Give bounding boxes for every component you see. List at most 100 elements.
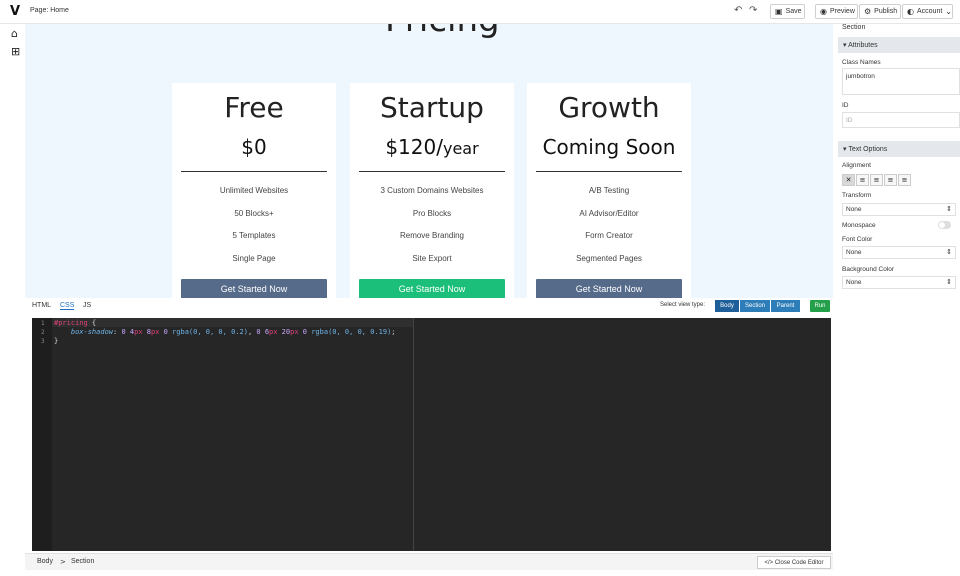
select-arrow-icon: ⇕	[946, 248, 952, 256]
undo-icon[interactable]: ↶	[734, 5, 742, 16]
font-color-label: Font Color	[842, 236, 873, 243]
view-type-parent-button[interactable]: Parent	[771, 300, 800, 312]
code-token: 8	[142, 328, 151, 336]
page-canvas[interactable]: Pricing Free $0 Unlimited Websites 50 Bl…	[25, 24, 833, 298]
save-label: Save	[785, 8, 802, 15]
transform-value: None	[846, 206, 862, 213]
line-number: 1	[41, 320, 45, 327]
publish-label: Publish	[874, 8, 898, 15]
monospace-toggle[interactable]	[938, 221, 951, 229]
plan-price: $120/year	[350, 135, 514, 159]
card-divider	[536, 171, 682, 172]
font-color-select[interactable]: None ⇕	[842, 246, 956, 259]
align-justify-icon[interactable]: ≡	[898, 174, 911, 186]
get-started-button[interactable]: Get Started Now	[536, 279, 682, 298]
feature-item: AI Advisor/Editor	[579, 209, 639, 218]
class-names-input[interactable]: jumbotron	[842, 68, 960, 95]
attributes-section-toggle[interactable]: ▾ Attributes	[838, 37, 960, 53]
eye-icon: ◉	[820, 7, 827, 16]
active-line-highlight	[52, 318, 413, 327]
price-amount: Coming Soon	[542, 135, 676, 159]
run-button[interactable]: Run	[810, 300, 830, 312]
feature-item: Site Export	[412, 254, 452, 263]
text-options-section-toggle[interactable]: ▾ Text Options	[838, 141, 960, 157]
code-token: px	[290, 328, 299, 336]
alignment-buttons: ✕ ≡ ≡ ≡ ≡	[842, 174, 911, 186]
css-property: box-shadow	[70, 328, 114, 336]
plan-price: $0	[172, 135, 336, 159]
account-icon: ◐	[907, 7, 914, 16]
feature-item: A/B Testing	[588, 186, 630, 195]
line-number: 2	[41, 329, 45, 336]
publish-button[interactable]: ⚙ Publish	[859, 4, 901, 19]
pricing-card-free[interactable]: Free $0 Unlimited Websites 50 Blocks+ 5 …	[172, 83, 336, 298]
redo-icon[interactable]: ↷	[749, 5, 757, 16]
transform-label: Transform	[842, 192, 872, 199]
feature-item: Pro Blocks	[412, 209, 452, 218]
chevron-down-icon: ⌄	[945, 7, 952, 16]
card-divider	[359, 171, 505, 172]
code-editor[interactable]: 1 2 3 #pricing { box-shadow: 0 4px 8px 0…	[32, 318, 831, 551]
select-arrow-icon: ⇕	[946, 205, 952, 213]
align-none-icon[interactable]: ✕	[842, 174, 855, 186]
view-type-section-button[interactable]: Section	[740, 300, 770, 312]
breadcrumb: Body > Section </> Close Code Editor	[25, 553, 833, 570]
code-line: }	[54, 337, 58, 345]
feature-item: Remove Branding	[399, 231, 465, 240]
feature-item: Form Creator	[585, 231, 633, 240]
get-started-button[interactable]: Get Started Now	[181, 279, 327, 298]
background-color-select[interactable]: None ⇕	[842, 276, 956, 289]
code-token: 0	[256, 328, 265, 336]
get-started-button[interactable]: Get Started Now	[359, 279, 505, 298]
home-icon[interactable]: ⌂	[11, 27, 18, 40]
code-token: ;	[391, 328, 396, 336]
transform-select[interactable]: None ⇕	[842, 203, 956, 216]
code-editor-toolbar: HTML CSS JS Select view type: Body Secti…	[25, 298, 833, 318]
breadcrumb-section[interactable]: Section	[71, 558, 94, 565]
price-amount: $0	[241, 135, 267, 159]
plan-name: Startup	[380, 91, 484, 124]
pricing-card-growth[interactable]: Growth Coming Soon A/B Testing AI Adviso…	[527, 83, 691, 298]
close-code-editor-button[interactable]: </> Close Code Editor	[757, 556, 831, 569]
id-input[interactable]: ID	[842, 112, 960, 128]
code-icon: </>	[764, 559, 774, 566]
plan-price: Coming Soon	[527, 135, 691, 159]
properties-panel: Section ▾ Attributes Class Names jumbotr…	[838, 24, 960, 576]
feature-item: Unlimited Websites	[219, 186, 289, 195]
id-label: ID	[842, 102, 849, 109]
tab-js[interactable]: JS	[83, 302, 91, 309]
code-token: rgba(0, 0, 0, 0.19)	[311, 328, 392, 336]
code-token: 0	[298, 328, 312, 336]
add-block-icon[interactable]: ⊞	[11, 45, 20, 58]
code-token: 0	[159, 328, 173, 336]
pricing-card-startup[interactable]: Startup $120/year 3 Custom Domains Websi…	[350, 83, 514, 298]
app-logo[interactable]: V	[10, 4, 20, 19]
css-selector: #pricing	[54, 319, 88, 327]
line-gutter	[32, 318, 52, 551]
tab-css[interactable]: CSS	[60, 302, 75, 310]
account-label: Account	[916, 8, 943, 15]
align-left-icon[interactable]: ≡	[856, 174, 869, 186]
breadcrumb-separator: >	[60, 558, 66, 566]
align-right-icon[interactable]: ≡	[884, 174, 897, 186]
account-button[interactable]: ◐ Account ⌄	[902, 4, 953, 19]
code-token: 0	[121, 328, 130, 336]
save-icon: ▣	[775, 7, 783, 16]
view-type-label: Select view type:	[660, 302, 706, 308]
save-button[interactable]: ▣ Save	[770, 4, 805, 19]
pricing-heading[interactable]: Pricing	[385, 24, 500, 40]
view-type-body-button[interactable]: Body	[715, 300, 739, 312]
code-token: {	[87, 319, 97, 327]
preview-label: Preview	[829, 8, 855, 15]
align-center-icon[interactable]: ≡	[870, 174, 883, 186]
code-token: 20	[277, 328, 291, 336]
plan-name: Free	[224, 91, 284, 124]
tab-html[interactable]: HTML	[32, 302, 51, 309]
preview-button[interactable]: ◉ Preview	[815, 4, 858, 19]
code-token: rgba(0, 0, 0, 0.2)	[172, 328, 248, 336]
page-selector[interactable]: Page: Home	[30, 7, 69, 14]
app-root: V Page: Home ↶ ↷ ▣ Save ◉ Preview ⚙ Publ…	[0, 0, 960, 576]
alignment-label: Alignment	[842, 162, 871, 169]
breadcrumb-body[interactable]: Body	[37, 558, 53, 565]
